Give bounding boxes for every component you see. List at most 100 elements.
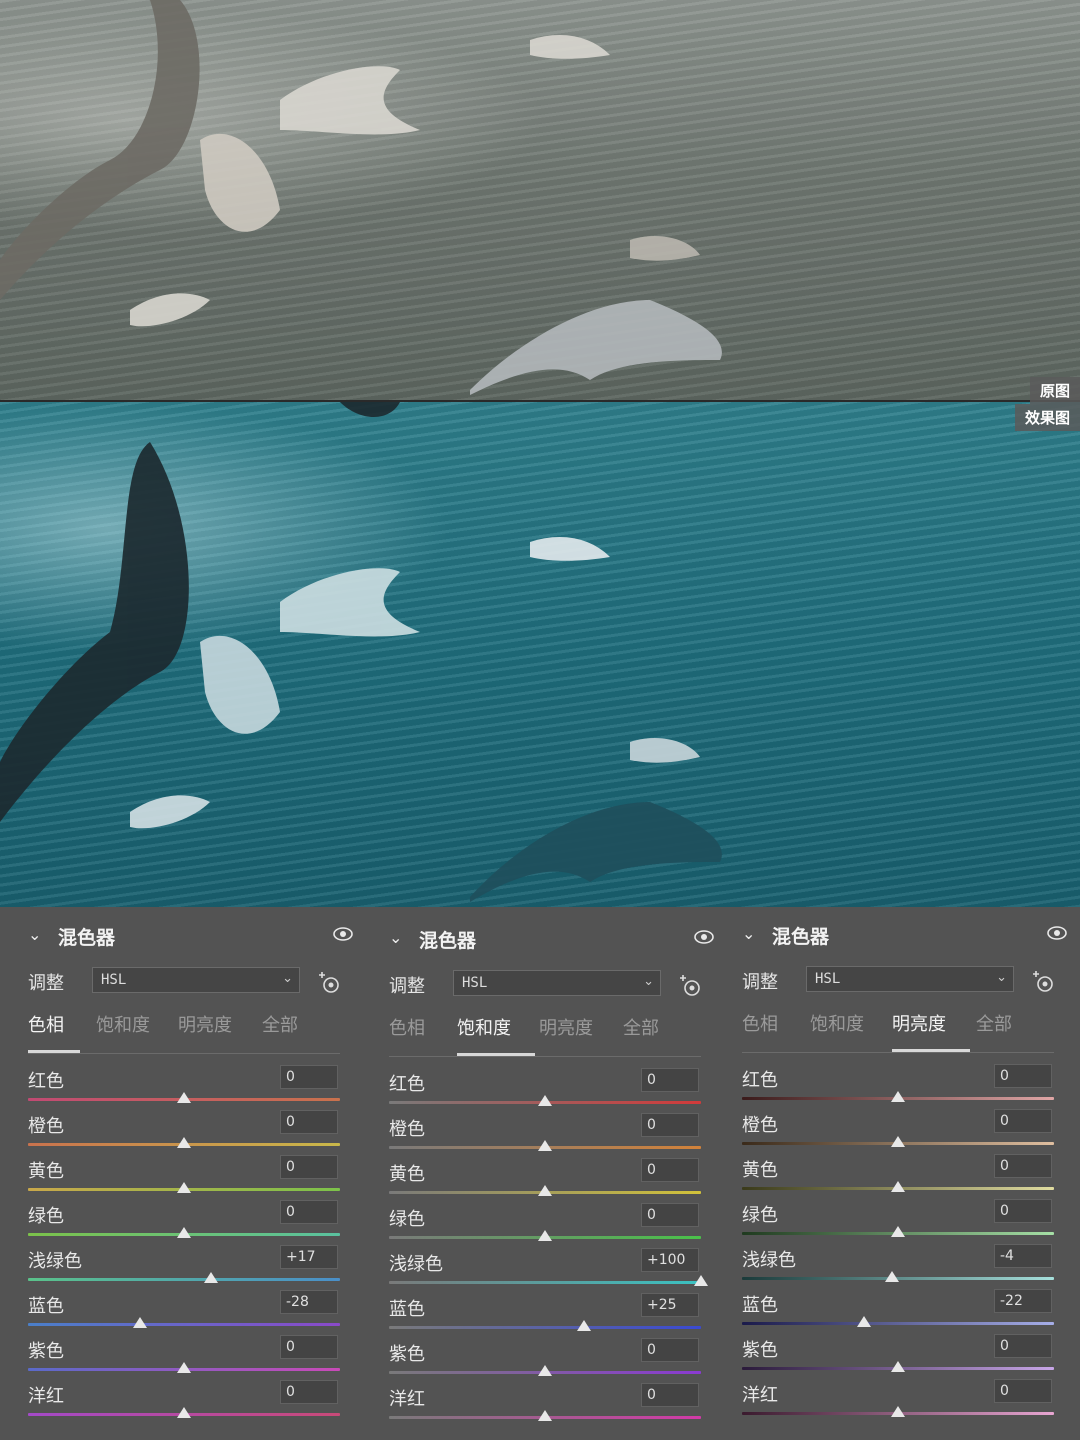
slider-thumb[interactable]: [884, 1271, 899, 1282]
slider-value-input[interactable]: 0: [280, 1200, 338, 1224]
adjust-label: 调整: [28, 973, 64, 994]
slider-thumb[interactable]: [891, 1406, 905, 1417]
slider-thumb[interactable]: [538, 1410, 552, 1421]
adjust-mode-value: HSL: [815, 971, 841, 987]
slider-track[interactable]: [742, 1322, 1054, 1325]
slider-track[interactable]: [389, 1326, 701, 1329]
mixer-tabs: 色相 饱和度 明亮度 全部: [742, 1010, 1054, 1053]
slider-value-input[interactable]: 0: [994, 1379, 1052, 1403]
slider-thumb[interactable]: [891, 1226, 905, 1237]
tab-luminance[interactable]: 明亮度: [178, 1011, 232, 1037]
slider-label: 红色: [28, 1071, 64, 1092]
slider-value-input[interactable]: +100: [641, 1248, 699, 1272]
slider-row: 橙色 0: [389, 1113, 701, 1160]
slider-thumb[interactable]: [856, 1316, 871, 1327]
chevron-down-icon[interactable]: ⌄: [28, 925, 41, 944]
slider-value-input[interactable]: 0: [280, 1335, 338, 1359]
slider-value-input[interactable]: 0: [641, 1338, 699, 1362]
slider-value-input[interactable]: 0: [280, 1110, 338, 1134]
slider-value-input[interactable]: 0: [994, 1334, 1052, 1358]
tab-all[interactable]: 全部: [623, 1014, 659, 1040]
slider-value-input[interactable]: 0: [280, 1065, 338, 1089]
slider-value-input[interactable]: 0: [994, 1199, 1052, 1223]
slider-value-input[interactable]: -22: [994, 1289, 1052, 1313]
slider-thumb[interactable]: [177, 1092, 191, 1103]
slider-thumb[interactable]: [891, 1181, 905, 1192]
slider-thumb[interactable]: [177, 1227, 191, 1238]
adjust-mode-select[interactable]: HSL ⌄: [453, 970, 661, 996]
tab-luminance[interactable]: 明亮度: [892, 1010, 946, 1036]
slider-thumb[interactable]: [538, 1140, 552, 1151]
panel-header[interactable]: ⌄ 混色器: [389, 926, 714, 952]
slider-value-input[interactable]: +17: [280, 1245, 338, 1269]
slider-track[interactable]: [28, 1278, 340, 1281]
tab-all[interactable]: 全部: [262, 1011, 298, 1037]
tab-hue[interactable]: 色相: [389, 1014, 425, 1040]
slider-row: 紫色 0: [389, 1338, 701, 1385]
targeted-adjustment-icon[interactable]: [315, 969, 341, 995]
slider-thumb[interactable]: [133, 1317, 148, 1328]
slider-thumb[interactable]: [538, 1185, 552, 1196]
slider-thumb[interactable]: [891, 1136, 905, 1147]
slider-value-input[interactable]: 0: [994, 1109, 1052, 1133]
slider-thumb[interactable]: [538, 1365, 552, 1376]
slider-label: 浅绿色: [742, 1250, 796, 1271]
tab-saturation[interactable]: 饱和度: [810, 1010, 864, 1036]
tab-hue[interactable]: 色相: [28, 1011, 64, 1037]
slider-thumb[interactable]: [577, 1320, 591, 1331]
panel-title: 混色器: [419, 930, 477, 952]
tab-saturation[interactable]: 饱和度: [457, 1014, 511, 1040]
slider-thumb[interactable]: [177, 1137, 191, 1148]
slider-row: 洋红 0: [742, 1379, 1054, 1426]
slider-value-input[interactable]: 0: [641, 1158, 699, 1182]
slider-thumb[interactable]: [538, 1230, 552, 1241]
panel-header[interactable]: ⌄ 混色器: [742, 922, 1067, 948]
chevron-down-icon[interactable]: ⌄: [742, 924, 755, 943]
slider-value-input[interactable]: 0: [641, 1203, 699, 1227]
slider-value-input[interactable]: 0: [641, 1113, 699, 1137]
slider-track[interactable]: [28, 1323, 340, 1326]
adjust-mode-select[interactable]: HSL ⌄: [92, 967, 300, 993]
targeted-adjustment-icon[interactable]: [1029, 968, 1055, 994]
slider-label: 蓝色: [28, 1296, 64, 1317]
slider-thumb[interactable]: [891, 1091, 905, 1102]
slider-thumb[interactable]: [538, 1095, 552, 1106]
slider-row: 洋红 0: [28, 1380, 340, 1427]
slider-thumb[interactable]: [891, 1361, 905, 1372]
slider-value-input[interactable]: 0: [994, 1154, 1052, 1178]
mixer-panel-luminance: ⌄ 混色器 调整 HSL ⌄ 色相 饱和度 明亮度 全部 红色 0 橙色 0 黄…: [714, 907, 1067, 1440]
slider-row: 橙色 0: [742, 1109, 1054, 1156]
tab-luminance[interactable]: 明亮度: [539, 1014, 593, 1040]
slider-value-input[interactable]: -4: [994, 1244, 1052, 1268]
tab-all[interactable]: 全部: [976, 1010, 1012, 1036]
slider-value-input[interactable]: -28: [280, 1290, 338, 1314]
eye-icon[interactable]: [333, 927, 353, 941]
slider-thumb[interactable]: [177, 1407, 191, 1418]
eye-icon[interactable]: [1047, 926, 1067, 940]
targeted-adjustment-icon[interactable]: [676, 972, 702, 998]
slider-value-input[interactable]: 0: [641, 1068, 699, 1092]
slider-thumb[interactable]: [694, 1275, 708, 1286]
slider-row: 蓝色 -28: [28, 1290, 340, 1337]
slider-label: 橙色: [742, 1115, 778, 1136]
slider-value-input[interactable]: 0: [994, 1064, 1052, 1088]
slider-row: 橙色 0: [28, 1110, 340, 1157]
slider-thumb[interactable]: [177, 1182, 191, 1193]
tab-hue[interactable]: 色相: [742, 1010, 778, 1036]
panel-header[interactable]: ⌄ 混色器: [28, 923, 353, 949]
active-tab-indicator: [28, 1050, 80, 1053]
slider-value-input[interactable]: 0: [280, 1380, 338, 1404]
eye-icon[interactable]: [694, 930, 714, 944]
slider-value-input[interactable]: +25: [641, 1293, 699, 1317]
slider-row: 绿色 0: [742, 1199, 1054, 1246]
slider-thumb[interactable]: [203, 1272, 218, 1283]
tab-saturation[interactable]: 饱和度: [96, 1011, 150, 1037]
adjust-mode-select[interactable]: HSL ⌄: [806, 966, 1014, 992]
chevron-down-icon: ⌄: [996, 970, 1007, 985]
slider-value-input[interactable]: 0: [641, 1383, 699, 1407]
adjust-label: 调整: [389, 976, 425, 997]
chevron-down-icon[interactable]: ⌄: [389, 928, 402, 947]
slider-track[interactable]: [389, 1281, 701, 1284]
slider-thumb[interactable]: [177, 1362, 191, 1373]
slider-value-input[interactable]: 0: [280, 1155, 338, 1179]
